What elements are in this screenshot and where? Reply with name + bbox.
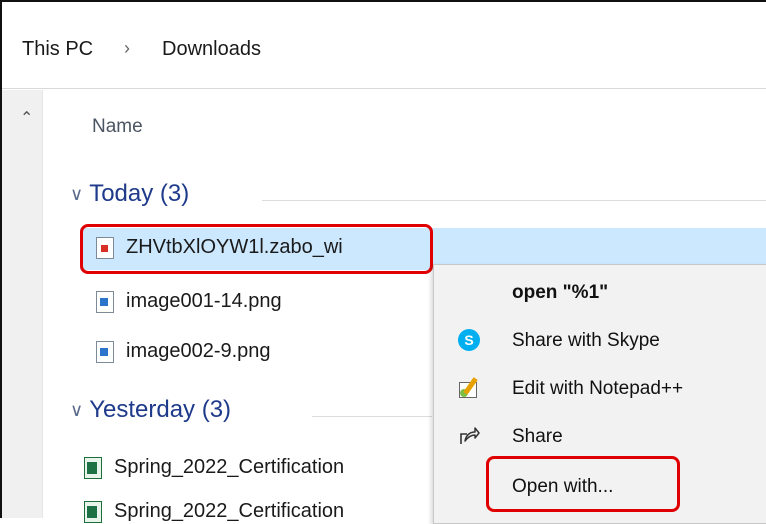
group-label-yesterday: Yesterday (3) xyxy=(89,396,232,423)
notepadpp-icon xyxy=(458,377,482,401)
file-row-spring-2[interactable]: Spring_2022_Certification xyxy=(84,500,344,523)
excel-file-icon xyxy=(84,500,102,523)
file-row-image001[interactable]: image001-14.png xyxy=(96,290,282,313)
menu-item-share-with-skype[interactable]: S Share with Skype xyxy=(434,317,766,365)
menu-item-open[interactable]: open "%1" xyxy=(434,269,766,317)
scroll-up-icon[interactable]: ⌃ xyxy=(20,108,33,128)
excel-file-icon xyxy=(84,456,102,479)
group-divider xyxy=(312,416,432,417)
annotation-highlight-file xyxy=(80,224,433,274)
menu-item-label: Share xyxy=(512,426,563,447)
menu-item-label: Share with Skype xyxy=(512,330,660,351)
skype-icon: S xyxy=(458,329,482,353)
group-divider xyxy=(262,200,766,201)
file-row-image002[interactable]: image002-9.png xyxy=(96,340,271,363)
file-name: image002-9.png xyxy=(126,340,271,362)
menu-item-edit-with-notepadpp[interactable]: Edit with Notepad++ xyxy=(434,365,766,413)
share-icon xyxy=(458,425,482,449)
name-column-header[interactable]: Name xyxy=(92,116,143,138)
annotation-highlight-open-with xyxy=(486,456,680,512)
file-name: image001-14.png xyxy=(126,290,282,312)
file-row-spring-1[interactable]: Spring_2022_Certification xyxy=(84,456,344,479)
menu-item-label: Edit with Notepad++ xyxy=(512,378,684,399)
breadcrumb-downloads[interactable]: Downloads xyxy=(162,38,261,61)
chevron-down-icon[interactable]: ∨ xyxy=(70,400,83,421)
chevron-down-icon[interactable]: ∨ xyxy=(70,184,83,205)
png-file-icon xyxy=(96,290,114,313)
group-header-today[interactable]: ∨ Today (3) xyxy=(70,180,189,208)
png-file-icon xyxy=(96,340,114,363)
group-header-yesterday[interactable]: ∨ Yesterday (3) xyxy=(70,396,231,424)
group-label-today: Today (3) xyxy=(89,180,190,207)
file-name: Spring_2022_Certification xyxy=(114,500,345,522)
breadcrumb-separator-icon[interactable]: › xyxy=(124,38,130,59)
menu-item-label: open "%1" xyxy=(512,282,609,303)
breadcrumb-this-pc[interactable]: This PC xyxy=(22,38,93,61)
address-bar[interactable]: This PC › Downloads xyxy=(2,2,766,89)
file-name: Spring_2022_Certification xyxy=(114,456,345,478)
menu-item-share[interactable]: Share xyxy=(434,413,766,461)
navigation-pane-scrollbar[interactable] xyxy=(2,90,43,518)
